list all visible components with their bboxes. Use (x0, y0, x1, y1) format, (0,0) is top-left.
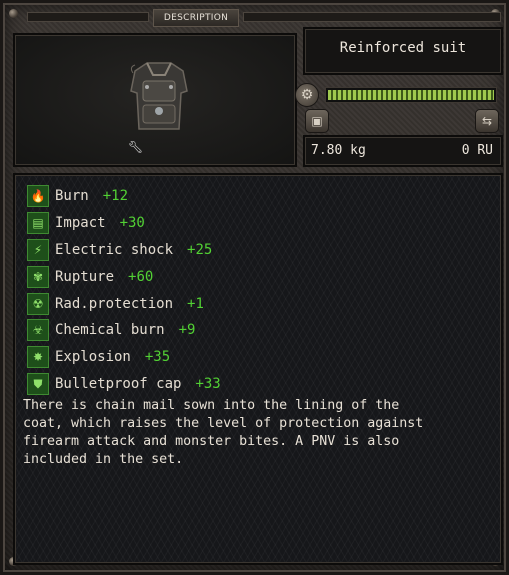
protection-value: +1 (187, 295, 204, 312)
unload-icon[interactable]: ⇆ (475, 109, 499, 133)
title-bar-left (27, 12, 149, 22)
protection-row: ☣ Chemical burn +9 (27, 317, 221, 344)
item-stats: 7.80 kg 0 RU (303, 135, 503, 167)
claw-paw-icon: ✾ (27, 265, 49, 288)
protection-row: 🔥 Burn +12 (27, 183, 221, 210)
condition-fill (328, 90, 494, 100)
rivet (9, 9, 18, 18)
protection-value: +12 (102, 188, 129, 205)
protection-value: +33 (195, 375, 221, 392)
protection-row: ▤ Impact +30 (27, 210, 221, 237)
item-name: Reinforced suit (339, 40, 467, 56)
brick-wall-icon: ▤ (27, 212, 49, 235)
protection-label: Rad.protection (55, 295, 174, 312)
title-bar-right (243, 12, 501, 22)
wrench-icon[interactable]: 🔧︎ (128, 140, 143, 154)
protection-label: Impact (55, 215, 106, 232)
protection-value: +25 (187, 241, 213, 258)
item-description-window: DESCRIPTION 🔧︎ Reinforced suit ⚙ ▣ ⇆ 7.8… (0, 0, 509, 575)
biohazard-icon: ☣ (27, 319, 49, 342)
lightning-icon: ⚡ (27, 238, 49, 261)
backpack-icon[interactable]: ▣ (305, 109, 329, 133)
description-panel: 🔥 Burn +12 ▤ Impact +30 ⚡ Electric shock… (13, 173, 503, 565)
radiation-icon: ☢ (27, 292, 49, 315)
protection-value: +9 (178, 322, 196, 339)
vest-icon: ⛊ (27, 372, 49, 395)
protection-value: +35 (144, 349, 171, 366)
item-name-panel: Reinforced suit (303, 27, 503, 75)
gear-icon[interactable]: ⚙ (295, 83, 319, 107)
armored-suit-icon (130, 62, 188, 130)
protection-label: Explosion (55, 349, 131, 366)
item-weight: 7.80 kg (311, 143, 366, 158)
protection-label: Electric shock (55, 241, 174, 258)
protection-row: ✾ Rupture +60 (27, 263, 221, 290)
condition-bar (325, 87, 497, 103)
protection-value: +30 (119, 215, 145, 232)
protection-value: +60 (128, 268, 154, 285)
window-title: DESCRIPTION (153, 9, 239, 27)
explosion-icon: ✸ (27, 346, 49, 369)
protection-label: Burn (55, 188, 89, 205)
protection-row: ☢ Rad.protection +1 (27, 290, 221, 317)
item-price: 0 RU (461, 143, 493, 158)
protection-row: ✸ Explosion +35 (27, 344, 221, 371)
fire-icon: 🔥 (27, 185, 49, 208)
protection-row: ⛊ Bulletproof cap +33 (27, 371, 221, 398)
item-description: There is chain mail sown into the lining… (23, 398, 424, 467)
item-image-panel: 🔧︎ (13, 33, 297, 167)
protection-label: Chemical burn (55, 322, 165, 339)
protection-label: Rupture (55, 268, 115, 285)
protection-row: ⚡ Electric shock +25 (27, 237, 221, 264)
protection-label: Bulletproof cap (55, 375, 182, 392)
protection-list: 🔥 Burn +12 ▤ Impact +30 ⚡ Electric shock… (27, 183, 221, 397)
